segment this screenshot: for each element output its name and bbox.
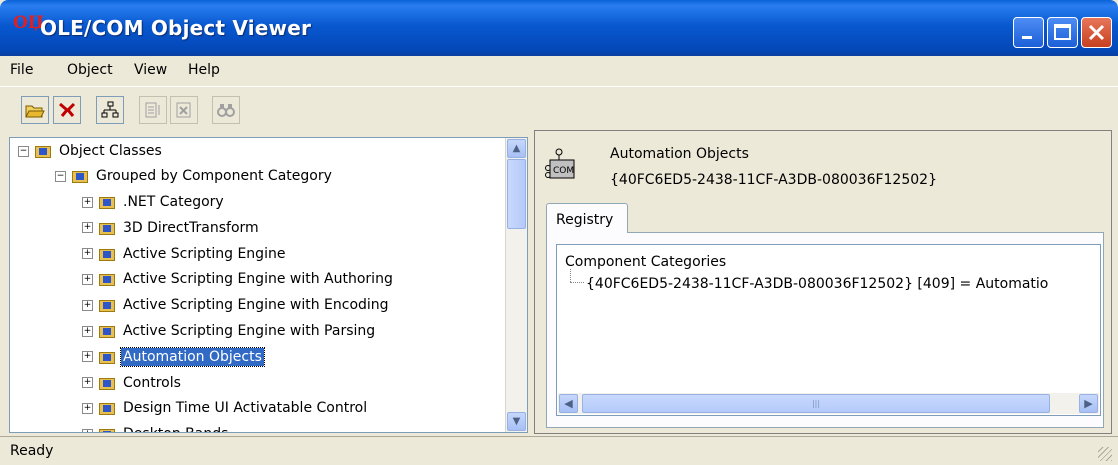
tree-label: Active Scripting Engine with Encoding [123,297,389,314]
tree-node-root[interactable]: − Object Classes [18,139,164,163]
scroll-down-button[interactable]: ▼ [507,412,526,431]
tree-connector [570,282,584,283]
folder-icon [99,195,115,209]
resize-grip-icon[interactable] [1098,447,1112,461]
view-button[interactable] [212,96,240,124]
folder-icon [99,298,115,313]
collapse-icon[interactable]: − [18,145,29,157]
tree-item[interactable]: + Active Scripting Engine with Authoring [82,267,395,291]
expand-icon[interactable]: + [82,377,93,389]
folder-icon [99,401,115,416]
folder-icon [99,221,115,235]
tree-label: Active Scripting Engine with Authoring [123,271,393,288]
tree-connector [570,269,571,282]
tree-label: Object Classes [59,143,162,159]
close-icon [1088,24,1105,41]
object-title: Automation Objects [610,146,749,162]
status-text: Ready [10,443,54,459]
folder-icon [99,427,115,432]
object-tree[interactable]: − Object Classes − Grouped by Component … [9,137,528,433]
hierarchy-icon [101,101,119,118]
tree-label: Automation Objects [120,346,265,367]
tree-item[interactable]: + Design Time UI Activatable Control [82,396,369,420]
tree-item[interactable]: + Active Scripting Engine [82,242,287,266]
app-icon[interactable]: ОЏ [13,9,44,37]
menu-file[interactable]: File [10,62,33,78]
release-instance-button[interactable] [170,96,198,124]
expand-icon[interactable]: + [82,299,93,311]
object-clsid: {40FC6ED5-2438-11CF-A3DB-080036F12502} [610,172,937,188]
open-icon [25,105,45,118]
expand-icon[interactable]: + [82,248,93,260]
scroll-up-button[interactable]: ▲ [507,139,526,158]
tree-label: Grouped by Component Category [96,168,332,184]
scroll-thumb[interactable]: ||| [582,394,1050,413]
view-icon [217,104,235,117]
folder-icon [99,247,115,261]
svg-text:COM: COM [553,166,574,176]
menu-view[interactable]: View [134,62,167,78]
scroll-thumb[interactable] [507,159,526,229]
connect-button[interactable] [53,96,81,124]
menu-help[interactable]: Help [188,62,220,78]
expand-icon[interactable]: + [82,325,93,337]
folder-icon [99,324,115,338]
tree-label: Controls [123,374,181,391]
create-instance-icon [145,102,160,118]
registry-tree[interactable]: Component Categories {40FC6ED5-2438-11CF… [556,244,1101,416]
title-bar: ОЏ OLE/COM Object Viewer [0,0,1118,56]
tree-node-group[interactable]: − Grouped by Component Category [55,164,334,188]
expand-icon[interactable]: + [82,196,93,208]
tree-item[interactable]: + Desktop Bands [82,422,230,432]
tree-item[interactable]: + .NET Category [82,190,226,214]
folder-icon [35,144,51,158]
tree-label: Active Scripting Engine with Parsing [123,323,376,339]
expand-icon[interactable]: + [82,402,93,414]
close-button[interactable] [1081,17,1112,48]
toolbar [0,86,1118,127]
hierarchy-button[interactable] [96,96,124,124]
folder-icon [72,169,88,183]
expand-icon[interactable]: + [82,222,93,234]
tree-item[interactable]: + Automation Objects [82,345,265,369]
create-instance-button[interactable] [139,96,167,124]
expand-icon[interactable]: + [82,351,93,363]
folder-icon [99,350,115,364]
com-object-icon: COM [545,148,575,180]
status-bar: Ready [0,436,1118,465]
menu-bar: File Object View Help [0,56,1118,85]
open-button[interactable] [21,96,49,124]
scroll-left-button[interactable]: ◀ [559,394,578,413]
tree-vertical-scrollbar[interactable]: ▲ ▼ [505,138,527,432]
tab-registry[interactable]: Registry [546,203,628,233]
minimize-button[interactable] [1013,17,1044,48]
maximize-icon [1054,24,1071,40]
expand-icon[interactable]: + [82,273,93,285]
folder-icon [99,272,115,287]
maximize-button[interactable] [1047,17,1078,48]
connect-icon [59,102,76,117]
minimize-icon [1022,36,1032,39]
tree-label: Desktop Bands [121,425,230,432]
registry-horizontal-scrollbar[interactable]: ◀ ||| ▶ [558,393,1099,414]
tree-label: Design Time UI Activatable Control [123,400,368,417]
tree-label: 3D DirectTransform [123,219,259,236]
tree-item[interactable]: + Active Scripting Engine with Encoding [82,293,391,317]
menu-object[interactable]: Object [67,62,113,78]
collapse-icon[interactable]: − [55,170,66,182]
window-title: OLE/COM Object Viewer [40,16,312,40]
tree-item[interactable]: + Active Scripting Engine with Parsing [82,319,377,343]
tree-item[interactable]: +3D DirectTransform [82,216,261,240]
expand-icon[interactable]: + [82,428,93,432]
tree-item[interactable]: + Controls [82,371,183,395]
tree-label: Active Scripting Engine [123,245,286,262]
folder-icon [99,376,115,390]
registry-entry[interactable]: {40FC6ED5-2438-11CF-A3DB-080036F12502} [… [586,276,1048,292]
scroll-right-button[interactable]: ▶ [1079,394,1098,413]
release-instance-icon [176,102,191,118]
tree-label: .NET Category [123,194,224,210]
registry-root[interactable]: Component Categories [565,254,726,270]
